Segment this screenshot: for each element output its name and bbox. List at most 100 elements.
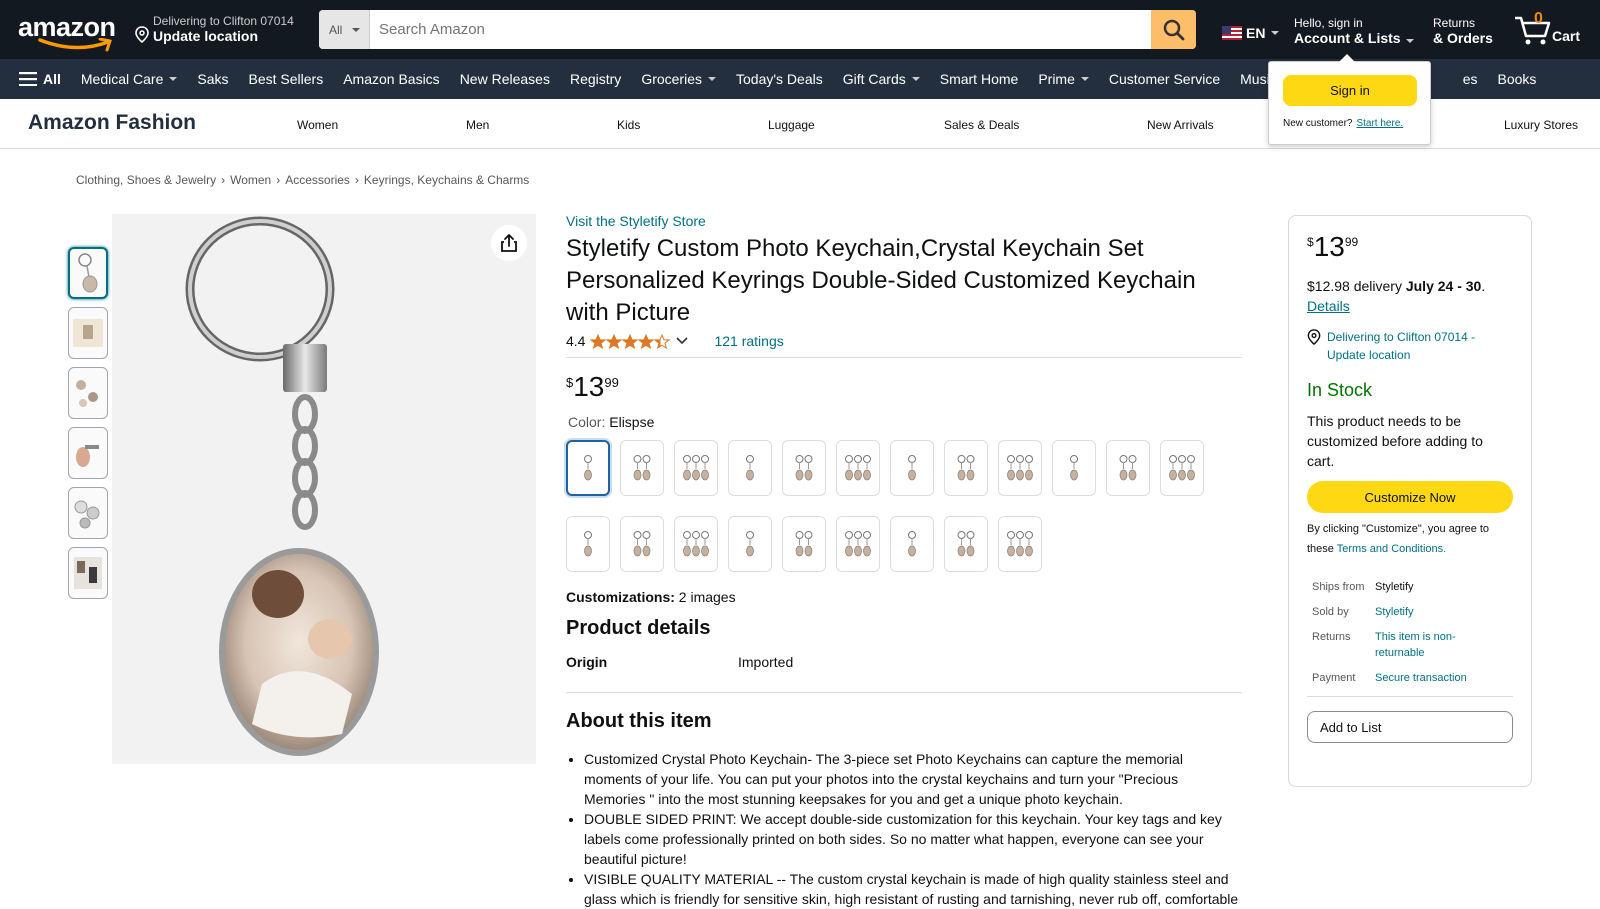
sold-by-link[interactable]: Styletify bbox=[1375, 604, 1495, 620]
nav-item-prime[interactable]: Prime bbox=[1028, 71, 1099, 87]
color-swatch[interactable] bbox=[566, 516, 610, 572]
nav-item-smart-home[interactable]: Smart Home bbox=[930, 71, 1029, 87]
star-rating[interactable] bbox=[590, 333, 671, 349]
account-lists[interactable]: Hello, sign in Account & Lists bbox=[1294, 16, 1415, 46]
breadcrumb-item[interactable]: Women bbox=[230, 173, 271, 187]
us-flag-icon bbox=[1222, 26, 1242, 40]
star-icon bbox=[590, 333, 607, 349]
payment-link[interactable]: Secure transaction bbox=[1375, 670, 1495, 686]
fashion-link-luggage[interactable]: Luggage bbox=[768, 118, 815, 132]
color-swatch[interactable] bbox=[944, 516, 988, 572]
cart-button[interactable]: 0 Cart bbox=[1513, 10, 1593, 48]
nav-item-saks[interactable]: Saks bbox=[187, 71, 238, 87]
keychain-swatch-icon bbox=[746, 531, 754, 557]
fashion-link-luxury-stores[interactable]: Luxury Stores bbox=[1504, 118, 1578, 132]
customize-now-button[interactable]: Customize Now bbox=[1307, 481, 1513, 513]
list-item: VISIBLE QUALITY MATERIAL -- The custom c… bbox=[584, 869, 1242, 909]
color-swatch[interactable] bbox=[728, 440, 772, 496]
search-icon bbox=[1163, 19, 1184, 40]
fashion-link-kids[interactable]: Kids bbox=[617, 118, 640, 132]
thumbnail-1[interactable] bbox=[68, 247, 108, 299]
top-header: amazon Delivering to Clifton 07014 Updat… bbox=[0, 0, 1600, 59]
color-swatch[interactable] bbox=[1160, 440, 1204, 496]
breadcrumb-item[interactable]: Clothing, Shoes & Jewelry bbox=[76, 173, 216, 187]
nav-item-customer-service[interactable]: Customer Service bbox=[1099, 71, 1230, 87]
start-here-link[interactable]: Start here. bbox=[1356, 118, 1403, 129]
nav-item-new-releases[interactable]: New Releases bbox=[450, 71, 560, 87]
cart-label: Cart bbox=[1552, 28, 1581, 44]
nav-item-gift-cards[interactable]: Gift Cards bbox=[833, 71, 930, 87]
nav-item-medical-care[interactable]: Medical Care bbox=[71, 71, 187, 87]
color-swatch[interactable] bbox=[1106, 440, 1150, 496]
thumbnail-2[interactable] bbox=[68, 307, 108, 359]
returns-orders[interactable]: Returns & Orders bbox=[1433, 16, 1493, 46]
color-swatch[interactable] bbox=[890, 440, 934, 496]
buybox-location[interactable]: Delivering to Clifton 07014 - Update loc… bbox=[1307, 328, 1513, 364]
customize-notice: This product needs to be customized befo… bbox=[1307, 413, 1483, 469]
breadcrumb-item[interactable]: Keyrings, Keychains & Charms bbox=[364, 173, 529, 187]
fashion-link-sales-deals[interactable]: Sales & Deals bbox=[944, 118, 1019, 132]
keychain-swatch-icon bbox=[908, 455, 916, 481]
ratings-count-link[interactable]: 121 ratings bbox=[714, 333, 783, 349]
color-swatch[interactable] bbox=[1052, 440, 1096, 496]
nav-item-todays-deals[interactable]: Today's Deals bbox=[726, 71, 833, 87]
language-selector[interactable]: EN bbox=[1222, 25, 1280, 41]
terms-link[interactable]: Terms and Conditions. bbox=[1337, 543, 1446, 555]
nav-item-groceries[interactable]: Groceries bbox=[631, 71, 726, 87]
color-swatch[interactable] bbox=[674, 516, 718, 572]
signin-button[interactable]: Sign in bbox=[1283, 75, 1417, 106]
search-button[interactable] bbox=[1151, 10, 1196, 49]
color-swatch[interactable] bbox=[620, 516, 664, 572]
nav-all-menu[interactable]: All bbox=[19, 71, 71, 87]
color-swatch[interactable] bbox=[890, 516, 934, 572]
keychain-swatch-icon bbox=[633, 455, 651, 481]
color-swatch[interactable] bbox=[944, 440, 988, 496]
nav-item-books[interactable]: Books bbox=[1488, 71, 1547, 87]
thumbnail-4[interactable] bbox=[68, 427, 108, 479]
terms-text: By clicking "Customize", you agree to th… bbox=[1307, 523, 1490, 555]
amazon-logo[interactable]: amazon bbox=[18, 12, 118, 52]
search-input[interactable] bbox=[370, 10, 1151, 49]
star-icon bbox=[654, 333, 671, 349]
thumbnail-5[interactable] bbox=[68, 487, 108, 539]
color-swatch[interactable] bbox=[674, 440, 718, 496]
image-thumbnails bbox=[68, 247, 108, 607]
main-product-image[interactable] bbox=[112, 214, 536, 764]
color-swatch[interactable] bbox=[728, 516, 772, 572]
add-to-list-button[interactable]: Add to List bbox=[1307, 711, 1513, 743]
stock-status: In Stock bbox=[1307, 380, 1373, 400]
deliver-to-location[interactable]: Delivering to Clifton 07014 Update locat… bbox=[135, 14, 294, 44]
color-swatch[interactable] bbox=[620, 440, 664, 496]
nav-item-amazon-basics[interactable]: Amazon Basics bbox=[333, 71, 449, 87]
returns-link[interactable]: This item is non-returnable bbox=[1375, 629, 1495, 661]
search-category-dropdown[interactable]: All bbox=[319, 10, 370, 49]
share-button[interactable] bbox=[491, 225, 527, 261]
fashion-link-new-arrivals[interactable]: New Arrivals bbox=[1147, 118, 1214, 132]
color-swatch[interactable] bbox=[566, 440, 610, 496]
buybox-price: $ 13 99 bbox=[1307, 231, 1359, 262]
nav-item-best-sellers[interactable]: Best Sellers bbox=[239, 71, 334, 87]
chevron-down-icon bbox=[1080, 77, 1089, 81]
chevron-down-icon bbox=[911, 77, 920, 81]
image-thumbnail-icon bbox=[73, 319, 103, 347]
nav-item-registry[interactable]: Registry bbox=[560, 71, 631, 87]
color-swatch[interactable] bbox=[998, 516, 1042, 572]
fashion-link-women[interactable]: Women bbox=[297, 118, 338, 132]
color-swatch[interactable] bbox=[782, 440, 826, 496]
chevron-down-icon[interactable] bbox=[676, 337, 689, 345]
breadcrumb-item[interactable]: Accessories bbox=[285, 173, 350, 187]
keychain-swatch-icon bbox=[795, 531, 813, 557]
chevron-down-icon bbox=[1406, 39, 1415, 43]
color-swatch[interactable] bbox=[782, 516, 826, 572]
color-swatch[interactable] bbox=[836, 516, 880, 572]
fashion-link-men[interactable]: Men bbox=[466, 118, 489, 132]
color-swatch[interactable] bbox=[998, 440, 1042, 496]
fashion-brand[interactable]: Amazon Fashion bbox=[28, 111, 196, 135]
thumbnail-3[interactable] bbox=[68, 367, 108, 419]
thumbnail-6[interactable] bbox=[68, 547, 108, 599]
store-link[interactable]: Visit the Styletify Store bbox=[566, 213, 706, 229]
selected-color: Elispse bbox=[609, 414, 655, 430]
details-link[interactable]: Details bbox=[1307, 298, 1350, 314]
nav-item-partial[interactable]: es bbox=[1453, 71, 1488, 87]
color-swatch[interactable] bbox=[836, 440, 880, 496]
